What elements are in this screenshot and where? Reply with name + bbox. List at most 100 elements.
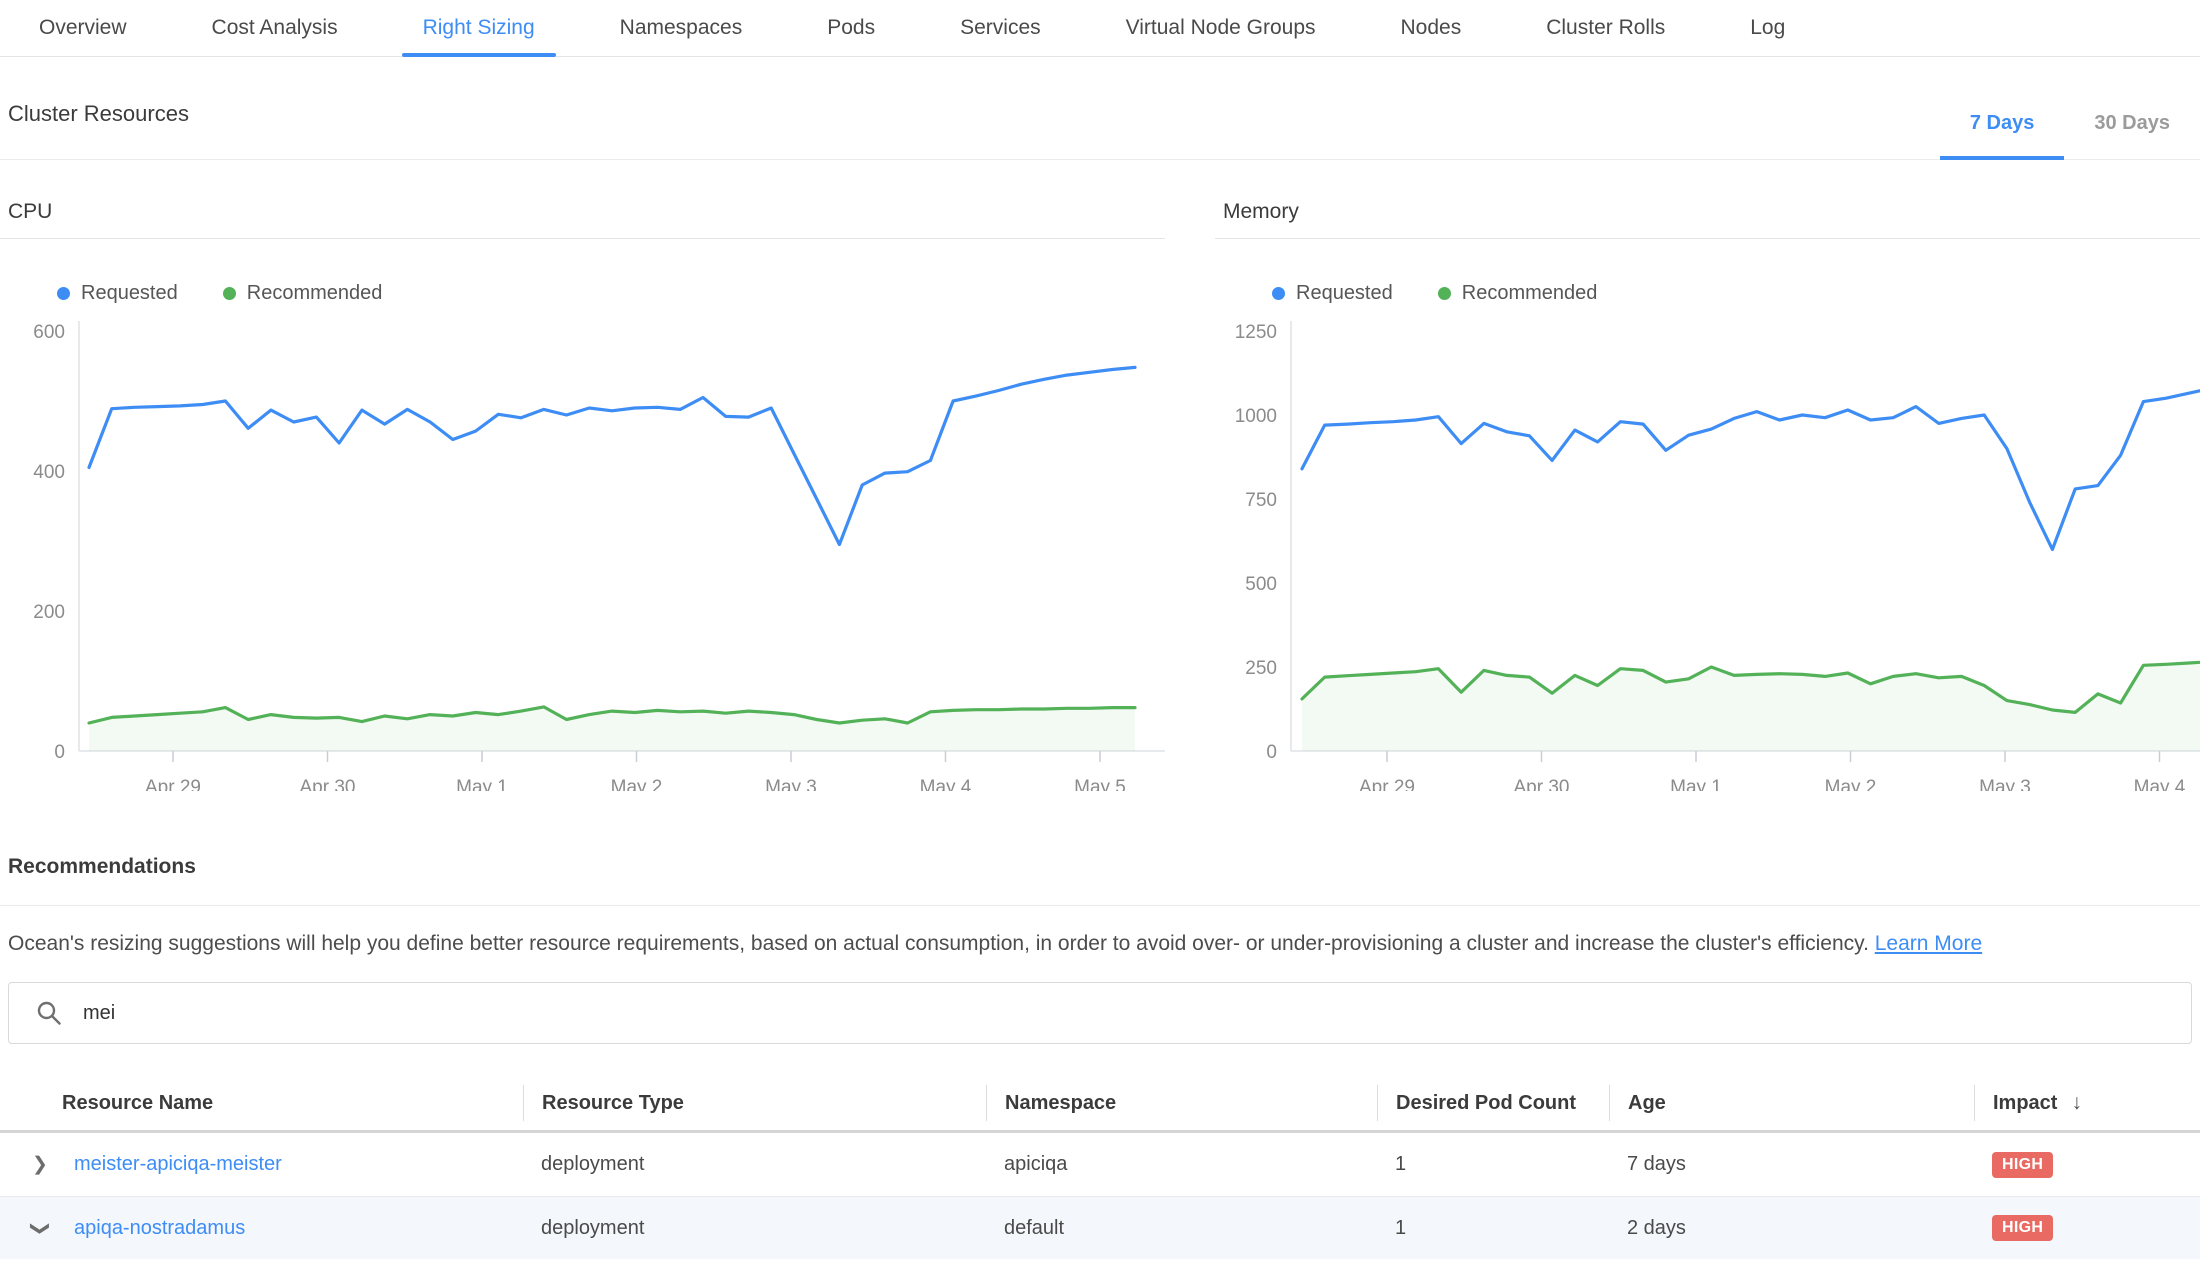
legend-dot-requested <box>1272 287 1285 300</box>
table-header-row: Resource Name Resource Type Namespace Desir… <box>0 1076 2200 1133</box>
table-row[interactable]: ❯ apiqa-nostradamus deploymentdefault12 da… <box>0 1196 2200 1259</box>
svg-text:0: 0 <box>1266 742 1277 763</box>
tab-services[interactable]: Services <box>939 0 1062 56</box>
legend-dot-requested <box>57 287 70 300</box>
svg-text:750: 750 <box>1245 490 1277 511</box>
svg-text:Apr 30: Apr 30 <box>1514 777 1570 791</box>
sort-descending-icon[interactable]: ↓ <box>2071 1091 2082 1115</box>
legend-dot-recommended <box>223 287 236 300</box>
column-label: Age <box>1628 1092 1666 1115</box>
desired-pod-count-cell: 1 <box>1377 1153 1609 1176</box>
range-tab-7-days[interactable]: 7 Days <box>1940 112 2065 159</box>
column-label: Desired Pod Count <box>1396 1092 1576 1115</box>
tab-overview[interactable]: Overview <box>18 0 148 56</box>
resource-name-link[interactable]: meister-apiciqa-meister <box>74 1153 282 1176</box>
impact-cell: HIGH <box>1974 1215 2200 1241</box>
svg-text:1250: 1250 <box>1235 322 1277 343</box>
svg-text:May 2: May 2 <box>611 777 663 791</box>
cpu-chart-panel: CPU Requested Recommended 600 400 200 0 Apr 2… <box>0 200 1165 791</box>
tab-log[interactable]: Log <box>1729 0 1806 56</box>
svg-text:May 1: May 1 <box>456 777 508 791</box>
recommendations-title: Recommendations <box>0 855 2200 906</box>
cpu-chart-svg: 600 400 200 0 Apr 29 Apr 30 May 1 May 2 May 3 May… <box>0 311 1165 791</box>
resource-type-cell: deployment <box>523 1217 986 1240</box>
tab-cluster-rolls[interactable]: Cluster Rolls <box>1525 0 1686 56</box>
memory-chart-title: Memory <box>1215 200 2200 239</box>
legend-item-recommended[interactable]: Recommended <box>223 281 383 305</box>
memory-chart-panel: Memory Requested Recommended 1250 1000 750 5… <box>1215 200 2200 791</box>
svg-text:May 3: May 3 <box>765 777 817 791</box>
section-title-cluster-resources: Cluster Resources <box>8 101 189 127</box>
chevron-right-icon[interactable]: ❯ <box>30 1153 50 1176</box>
range-tab-30-days[interactable]: 30 Days <box>2064 112 2200 159</box>
cpu-chart-title: CPU <box>0 200 1165 239</box>
svg-text:250: 250 <box>1245 658 1277 679</box>
resource-name-link[interactable]: apiqa-nostradamus <box>74 1217 245 1240</box>
svg-text:500: 500 <box>1245 574 1277 595</box>
chevron-down-icon[interactable]: ❯ <box>29 1218 52 1238</box>
learn-more-link[interactable]: Learn More <box>1875 932 1982 955</box>
column-header-resource-type[interactable]: Resource Type <box>523 1085 986 1121</box>
svg-text:600: 600 <box>33 322 65 343</box>
legend-label: Requested <box>81 282 178 305</box>
tab-namespaces[interactable]: Namespaces <box>599 0 764 56</box>
svg-text:Apr 29: Apr 29 <box>145 777 201 791</box>
search-icon <box>36 1000 62 1026</box>
tab-virtual-node-groups[interactable]: Virtual Node Groups <box>1105 0 1337 56</box>
time-range-tabs: 7 Days30 Days <box>1940 112 2200 159</box>
legend-label: Recommended <box>1462 282 1598 305</box>
cpu-chart-legend: Requested Recommended <box>57 281 1165 305</box>
age-cell: 7 days <box>1609 1153 1974 1176</box>
table-body: ❯meister-apiciqa-meisterdeploymentapiciq… <box>0 1133 2200 1259</box>
svg-text:Apr 29: Apr 29 <box>1359 777 1415 791</box>
svg-text:May 3: May 3 <box>1979 777 2031 791</box>
namespace-cell: apiciqa <box>986 1153 1377 1176</box>
recommendations-table: Resource Name Resource Type Namespace Desir… <box>0 1076 2200 1259</box>
age-cell: 2 days <box>1609 1217 1974 1240</box>
svg-text:0: 0 <box>54 742 65 763</box>
svg-text:Apr 30: Apr 30 <box>300 777 356 791</box>
svg-text:400: 400 <box>33 462 65 483</box>
column-label: Namespace <box>1005 1092 1116 1115</box>
column-header-namespace[interactable]: Namespace <box>986 1085 1377 1121</box>
svg-text:May 4: May 4 <box>2134 777 2186 791</box>
memory-chart-svg: 1250 1000 750 500 250 0 Apr 29 Apr 30 May 1 May 2… <box>1215 311 2200 791</box>
svg-text:May 5: May 5 <box>1074 777 1126 791</box>
column-label: Impact <box>1993 1092 2057 1115</box>
legend-item-requested[interactable]: Requested <box>57 281 178 305</box>
impact-badge: HIGH <box>1992 1215 2053 1241</box>
column-header-desired-pod-count[interactable]: Desired Pod Count <box>1377 1085 1609 1121</box>
resource-name-cell: ❯ apiqa-nostradamus <box>0 1217 523 1240</box>
resource-name-cell: ❯ meister-apiciqa-meister <box>0 1153 523 1176</box>
tab-right-sizing[interactable]: Right Sizing <box>402 0 556 56</box>
search-input[interactable] <box>8 982 2192 1044</box>
memory-chart-legend: Requested Recommended <box>1272 281 2200 305</box>
legend-item-recommended[interactable]: Recommended <box>1438 281 1598 305</box>
tab-pods[interactable]: Pods <box>806 0 896 56</box>
column-label: Resource Type <box>542 1092 684 1115</box>
impact-cell: HIGH <box>1974 1152 2200 1178</box>
column-header-age[interactable]: Age <box>1609 1085 1974 1121</box>
legend-label: Recommended <box>247 282 383 305</box>
recommendations-description-text: Ocean's resizing suggestions will help y… <box>8 932 1869 955</box>
svg-text:May 1: May 1 <box>1670 777 1722 791</box>
recommendations-description: Ocean's resizing suggestions will help y… <box>8 930 2192 958</box>
svg-text:1000: 1000 <box>1235 406 1277 427</box>
desired-pod-count-cell: 1 <box>1377 1217 1609 1240</box>
tab-cost-analysis[interactable]: Cost Analysis <box>191 0 359 56</box>
tab-nodes[interactable]: Nodes <box>1380 0 1483 56</box>
impact-badge: HIGH <box>1992 1152 2053 1178</box>
svg-text:May 4: May 4 <box>920 777 972 791</box>
column-header-resource-name[interactable]: Resource Name <box>0 1085 523 1121</box>
svg-text:May 2: May 2 <box>1825 777 1877 791</box>
column-header-impact[interactable]: Impact ↓ <box>1974 1085 2200 1121</box>
cluster-resources-header: Cluster Resources 7 Days30 Days <box>0 57 2200 160</box>
namespace-cell: default <box>986 1217 1377 1240</box>
resource-type-cell: deployment <box>523 1153 986 1176</box>
table-row[interactable]: ❯ meister-apiciqa-meister deploymentapiciq… <box>0 1133 2200 1196</box>
svg-text:200: 200 <box>33 602 65 623</box>
charts-row: CPU Requested Recommended 600 400 200 0 Apr 2… <box>0 200 2200 791</box>
legend-item-requested[interactable]: Requested <box>1272 281 1393 305</box>
top-tab-bar: Overview Cost Analysis Right Sizing Namespa… <box>0 0 2200 57</box>
search-bar <box>8 982 2192 1044</box>
